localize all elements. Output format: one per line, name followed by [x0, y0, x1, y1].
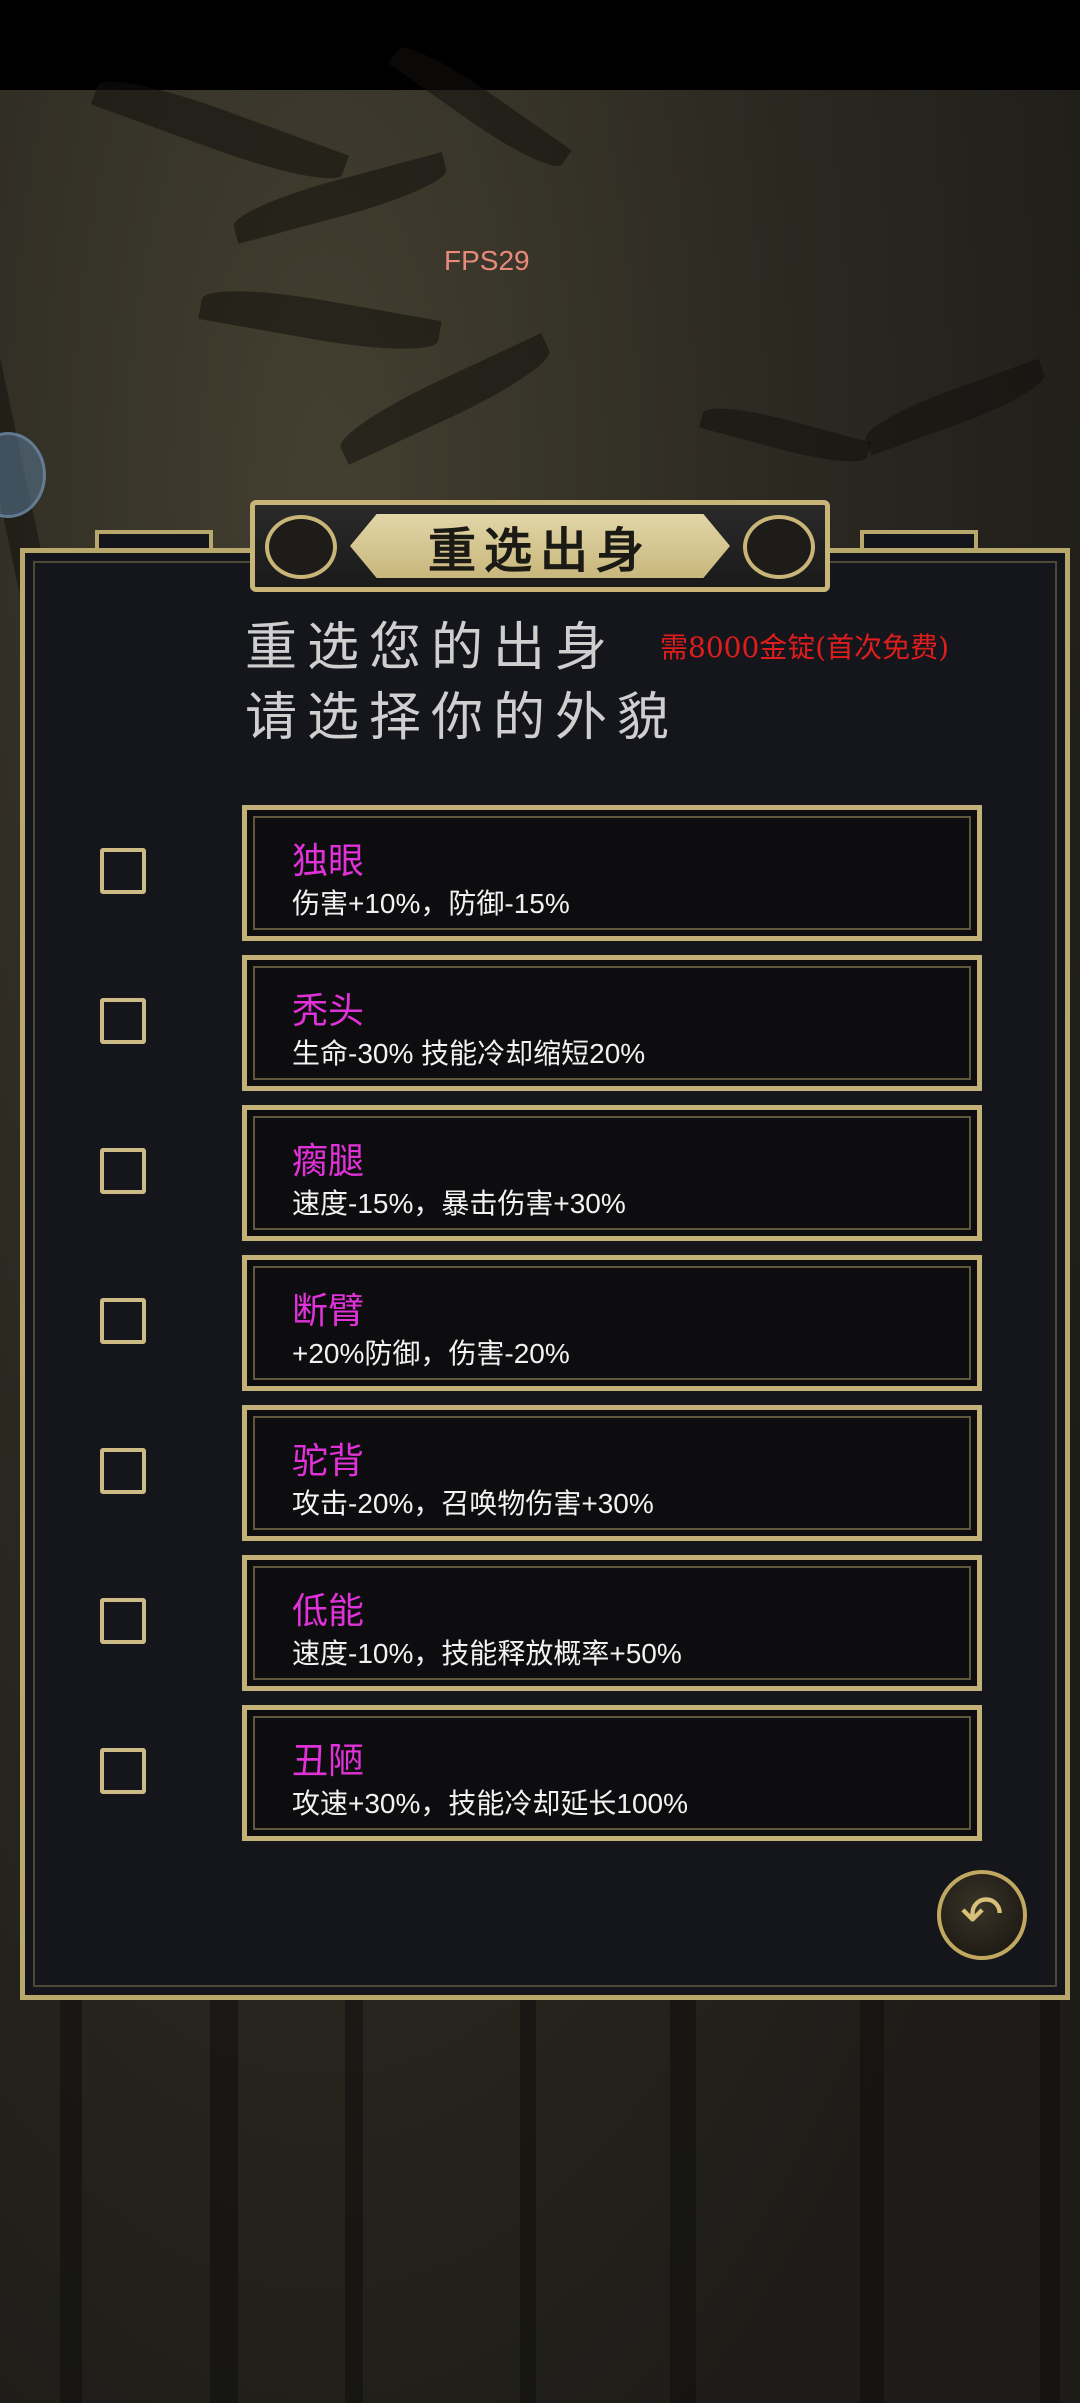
back-button[interactable]: ↶ — [937, 1870, 1027, 1960]
option-name: 瘸腿 — [292, 1140, 365, 1181]
option-card[interactable]: 丑陋 攻速+30%，技能冷却延长100% — [242, 1705, 982, 1841]
option-effect: 伤害+10%，防御-15% — [292, 888, 570, 919]
option-checkbox[interactable] — [100, 998, 146, 1044]
option-effect: 速度-10%，技能释放概率+50% — [292, 1638, 682, 1669]
heading-reselect-origin: 重选您的出身 — [245, 618, 618, 678]
option-effect: 速度-15%，暴击伤害+30% — [292, 1188, 626, 1219]
option-checkbox[interactable] — [100, 1748, 146, 1794]
option-name: 丑陋 — [292, 1740, 365, 1781]
bamboo-leaf — [859, 358, 1051, 456]
bamboo-leaf — [198, 279, 442, 361]
option-row-one-eyed: 独眼 伤害+10%，防御-15% — [0, 805, 1080, 945]
heading-choose-appearance: 请选择你的外貌 — [245, 688, 680, 748]
option-checkbox[interactable] — [100, 848, 146, 894]
bamboo-leaf — [332, 333, 558, 465]
scroll-ornament-right-icon — [743, 515, 815, 579]
option-name: 独眼 — [292, 840, 365, 881]
scroll-ornament-left-icon — [265, 515, 337, 579]
option-effect: 攻击-20%，召唤物伤害+30% — [292, 1488, 654, 1519]
bamboo-stalk — [345, 1990, 363, 2403]
option-row-hunchback: 驼背 攻击-20%，召唤物伤害+30% — [0, 1405, 1080, 1545]
option-card[interactable]: 秃头 生命-30% 技能冷却缩短20% — [242, 955, 982, 1091]
bamboo-stalk — [860, 1990, 884, 2403]
bamboo-stalk — [520, 1990, 536, 2403]
option-checkbox[interactable] — [100, 1598, 146, 1644]
option-checkbox[interactable] — [100, 1448, 146, 1494]
option-name: 低能 — [292, 1590, 365, 1631]
bamboo-leaf — [699, 398, 871, 472]
bamboo-stalk — [60, 1990, 82, 2403]
option-card[interactable]: 瘸腿 速度-15%，暴击伤害+30% — [242, 1105, 982, 1241]
floating-menu-button[interactable] — [0, 432, 46, 518]
option-name: 断臂 — [292, 1290, 365, 1331]
title-banner: 重选出身 — [350, 514, 730, 578]
option-effect: +20%防御，伤害-20% — [292, 1338, 570, 1369]
option-checkbox[interactable] — [100, 1148, 146, 1194]
bamboo-stalk — [210, 1990, 238, 2403]
panel-title: 重选出身 — [427, 523, 652, 579]
option-row-lame: 瘸腿 速度-15%，暴击伤害+30% — [0, 1105, 1080, 1245]
option-effect: 生命-30% 技能冷却缩短20% — [292, 1038, 646, 1069]
bamboo-stalk — [1040, 1990, 1060, 2403]
option-card[interactable]: 断臂 +20%防御，伤害-20% — [242, 1255, 982, 1391]
title-plaque: 重选出身 — [250, 500, 830, 592]
bamboo-stalk — [670, 1990, 696, 2403]
option-card[interactable]: 驼背 攻击-20%，召唤物伤害+30% — [242, 1405, 982, 1541]
option-row-broken-arm: 断臂 +20%防御，伤害-20% — [0, 1255, 1080, 1395]
return-arrow-icon: ↶ — [960, 1885, 1004, 1945]
status-bar — [0, 0, 1080, 90]
option-card[interactable]: 低能 速度-10%，技能释放概率+50% — [242, 1555, 982, 1691]
option-row-ugly: 丑陋 攻速+30%，技能冷却延长100% — [0, 1705, 1080, 1845]
option-row-bald: 秃头 生命-30% 技能冷却缩短20% — [0, 955, 1080, 1095]
option-effect: 攻速+30%，技能冷却延长100% — [292, 1788, 689, 1819]
option-checkbox[interactable] — [100, 1298, 146, 1344]
cost-note: 需8000金锭(首次免费) — [660, 631, 950, 664]
game-screen: FPS29 重选出身 重选您的出身 需8000金锭(首次免费) 请选择你的外貌 … — [0, 0, 1080, 2403]
fps-counter: FPS29 — [444, 245, 530, 276]
option-card[interactable]: 独眼 伤害+10%，防御-15% — [242, 805, 982, 941]
option-name: 驼背 — [292, 1440, 365, 1481]
option-row-low-intelligence: 低能 速度-10%，技能释放概率+50% — [0, 1555, 1080, 1695]
option-name: 秃头 — [292, 990, 365, 1031]
